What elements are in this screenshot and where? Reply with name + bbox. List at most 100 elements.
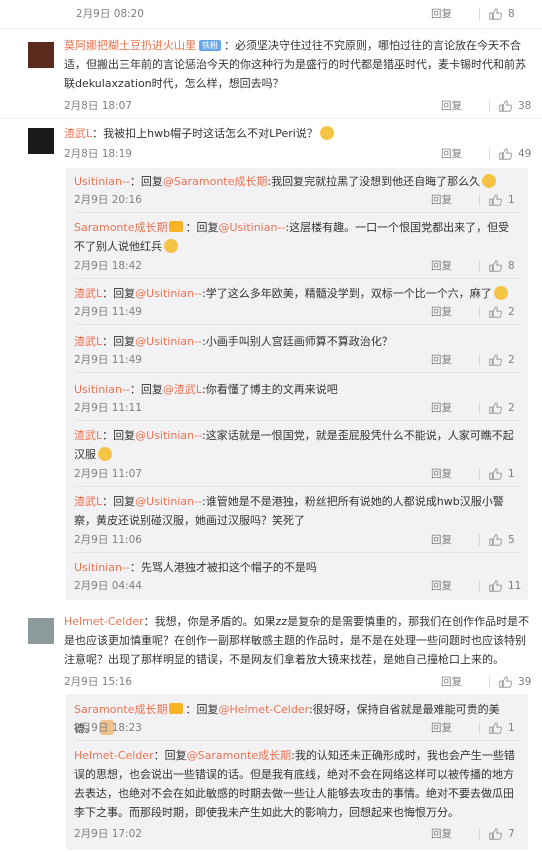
reply-button[interactable]: 回复 (431, 578, 477, 593)
avatar[interactable] (28, 618, 54, 644)
sub-comment-username[interactable]: 渣武L (74, 287, 102, 300)
reply-button[interactable]: 回复 (441, 98, 487, 113)
mention-link[interactable]: @Usitinian-- (135, 429, 202, 442)
reply-button[interactable]: 回复 (431, 466, 477, 481)
like-button[interactable]: 11 (488, 579, 522, 593)
thumbs-up-icon (489, 467, 502, 480)
mention-link[interactable]: @Saramonte成长期 (187, 749, 291, 762)
divider (74, 324, 520, 325)
like-count: 11 (508, 579, 522, 592)
sub-comment-meta: 2月9日 11:49 回复 2 (74, 352, 522, 367)
reply-button[interactable]: 回复 (431, 720, 477, 735)
sub-comment-meta: 2月9日 11:06 回复 5 (74, 532, 522, 547)
divider (489, 147, 490, 160)
sub-comment-username[interactable]: 渣武L (74, 429, 102, 442)
thumbs-up-icon (489, 305, 502, 318)
like-button[interactable]: 1 (488, 467, 522, 481)
emoji-icon (482, 174, 497, 188)
comment-time: 2月9日 18:23 (74, 722, 142, 734)
like-count: 1 (508, 467, 515, 480)
sub-comment-username[interactable]: Helmet-Celder (74, 749, 154, 762)
reply-button[interactable]: 回复 (431, 352, 477, 367)
reply-button[interactable]: 回复 (431, 826, 477, 841)
reply-button[interactable]: 回复 (431, 532, 477, 547)
comment-time: 2月9日 15:16 (64, 676, 132, 688)
comment-time: 2月8日 18:19 (64, 148, 132, 160)
sub-comment: Helmet-Celder：回复@Saramonte成长期:我的认知还未正确形成… (74, 749, 515, 819)
avatar[interactable] (28, 128, 54, 154)
vip-icon (169, 221, 184, 232)
divider (479, 827, 480, 840)
reply-button[interactable]: 回复 (431, 192, 477, 207)
divider (489, 99, 490, 112)
divider (489, 675, 490, 688)
like-button[interactable]: 2 (488, 305, 522, 319)
sub-comment-list: Usitinian--：回复@Saramonte成长期:我回复完就拉黑了没想到他… (66, 168, 528, 600)
reply-button[interactable]: 回复 (441, 674, 487, 689)
like-button[interactable]: 49 (498, 147, 532, 161)
mention-link[interactable]: @Saramonte成长期 (163, 175, 267, 188)
thumbs-up-icon (499, 675, 512, 688)
sub-comment-username[interactable]: 渣武L (74, 495, 102, 508)
like-button[interactable]: 38 (498, 99, 532, 113)
sub-comment-username[interactable]: Saramonte成长期 (74, 703, 167, 716)
sub-comment-meta: 2月9日 17:02 回复 7 (74, 826, 522, 841)
comment-time: 2月9日 18:42 (74, 260, 142, 272)
vip-icon (169, 703, 184, 714)
like-button[interactable]: 2 (488, 353, 522, 367)
like-button[interactable]: 1 (488, 193, 522, 207)
sub-comment-username[interactable]: Saramonte成长期 (74, 221, 167, 234)
like-count: 1 (508, 193, 515, 206)
reply-button[interactable]: 回复 (431, 6, 477, 21)
avatar[interactable] (28, 42, 54, 68)
divider (479, 193, 480, 206)
sub-comment: 渣武L：回复@Usitinian--:小画手叫别人宫廷画师算不算政治化？ (74, 335, 393, 348)
reply-word: 回复 (113, 495, 136, 508)
sub-comment-text: 学了这么多年欧美，精髓没学到，双标一个比一个六，麻了 (205, 287, 492, 300)
sub-comment-meta: 2月9日 11:07 回复 1 (74, 466, 522, 481)
mention-link[interactable]: @Usitinian-- (135, 495, 202, 508)
reply-word: 回复 (164, 749, 187, 762)
sub-comment-username[interactable]: Usitinian-- (74, 175, 130, 188)
sub-comment: 渣武L：回复@Usitinian--:学了这么多年欧美，精髓没学到，双标一个比一… (74, 284, 520, 303)
divider (479, 7, 480, 20)
like-count: 8 (508, 259, 515, 272)
thumbs-up-icon (489, 7, 502, 20)
reply-word: 回复 (140, 383, 163, 396)
like-button[interactable]: 2 (488, 401, 522, 415)
reply-word: 回复 (196, 703, 219, 716)
mention-link[interactable]: @Usitinian-- (135, 335, 202, 348)
sub-comment-username[interactable]: Usitinian-- (74, 561, 130, 574)
divider (74, 212, 520, 213)
divider (0, 28, 542, 29)
sub-comment: Usitinian--：回复@Saramonte成长期:我回复完就拉黑了没想到他… (74, 172, 520, 191)
like-button[interactable]: 8 (488, 259, 522, 273)
thumbs-up-icon (489, 827, 502, 840)
reply-button[interactable]: 回复 (431, 400, 477, 415)
comment-username[interactable]: 莫阿娜把糊土豆扔进火山里 (64, 39, 196, 52)
emoji-icon (319, 126, 334, 140)
comment-username[interactable]: Helmet-Celder (64, 615, 144, 628)
mention-link[interactable]: @Usitinian-- (218, 221, 285, 234)
comment-username[interactable]: 渣武L (64, 127, 92, 140)
sub-comment-username[interactable]: 渣武L (74, 335, 102, 348)
mention-link[interactable]: @渣武L (163, 383, 202, 396)
sub-comment-username[interactable]: Usitinian-- (74, 383, 130, 396)
mention-link[interactable]: @Helmet-Celder (218, 703, 308, 716)
thumbs-up-icon (489, 193, 502, 206)
sub-comment-meta: 2月9日 20:16 回复 1 (74, 192, 522, 207)
divider (74, 552, 520, 553)
reply-button[interactable]: 回复 (431, 258, 477, 273)
reply-button[interactable]: 回复 (441, 146, 487, 161)
reply-button[interactable]: 回复 (431, 304, 477, 319)
thumbs-up-icon (489, 353, 502, 366)
like-button[interactable]: 1 (488, 721, 522, 735)
divider (74, 486, 520, 487)
reply-word: 回复 (140, 175, 163, 188)
like-button[interactable]: 8 (488, 7, 522, 21)
comment-time: 2月9日 11:49 (74, 306, 142, 318)
like-button[interactable]: 39 (498, 675, 532, 689)
like-button[interactable]: 5 (488, 533, 522, 547)
like-button[interactable]: 7 (488, 827, 522, 841)
mention-link[interactable]: @Usitinian-- (135, 287, 202, 300)
